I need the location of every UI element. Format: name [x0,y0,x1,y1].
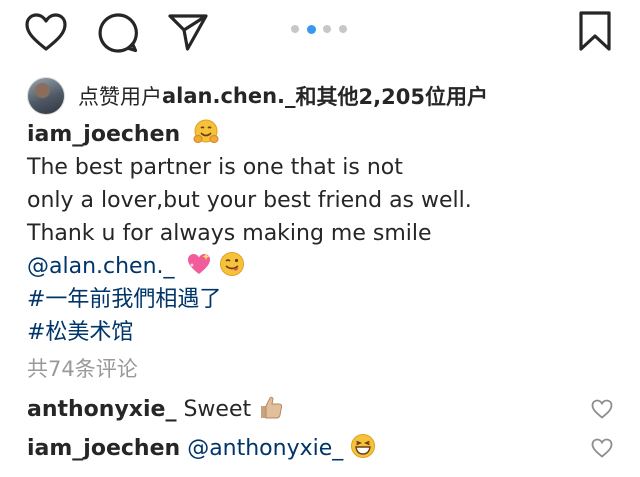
comment-mention[interactable]: @anthonyxie_ [187,436,343,461]
sparkling-heart-emoji-icon [186,251,212,277]
likes-count-text[interactable]: 和其他2,205位用户 [296,81,488,111]
tongue-wink-emoji-icon [219,251,245,277]
caption-line: Thank u for always making me smile [27,221,432,246]
heart-outline-icon [25,13,67,51]
comment-username[interactable]: iam_joechen [27,436,180,461]
carousel-dot [339,25,347,33]
comment-text: Sweet [183,397,252,422]
comment-like-button[interactable] [591,399,613,419]
post-caption: iam_joechen The best partner is one that… [27,118,617,349]
comment-like-button[interactable] [591,438,613,458]
comment-button[interactable] [97,12,139,54]
caption-mention[interactable]: @alan.chen._ [27,254,175,279]
caption-line: The best partner is one that is not [27,155,403,180]
speech-bubble-icon [98,13,138,53]
paper-plane-icon [168,14,208,51]
caption-line: only a lover,but your best friend as wel… [27,188,472,213]
carousel-indicator [291,24,351,37]
likes-summary[interactable]: 点赞用户 alan.chen._ 和其他2,205位用户 [27,74,488,118]
carousel-dot [323,25,331,33]
carousel-dot-active [307,24,316,34]
grinning-squint-emoji-icon [350,433,376,459]
share-button[interactable] [167,12,209,52]
caption-hashtag[interactable]: #松美术馆 [27,316,617,349]
save-button[interactable] [578,10,612,52]
comment-username[interactable]: anthonyxie_ [27,397,176,422]
carousel-dot [291,25,299,33]
heart-outline-icon [591,438,613,458]
bookmark-outline-icon [579,11,611,51]
view-all-comments-link[interactable]: 共74条评论 [27,353,138,383]
hugging-face-emoji-icon [193,119,219,145]
heart-outline-icon [591,399,613,419]
caption-username[interactable]: iam_joechen [27,122,180,147]
comment-row: iam_joechen @anthonyxie_ [27,433,376,461]
comment-row: anthonyxie_ Sweet [27,394,284,422]
likes-username[interactable]: alan.chen._ [162,84,296,108]
likes-prefix: 点赞用户 [78,85,162,109]
thumbs-up-emoji-icon [258,394,284,420]
caption-hashtag[interactable]: #一年前我們相遇了 [27,283,617,316]
like-button[interactable] [24,12,68,52]
avatar[interactable] [27,77,65,115]
